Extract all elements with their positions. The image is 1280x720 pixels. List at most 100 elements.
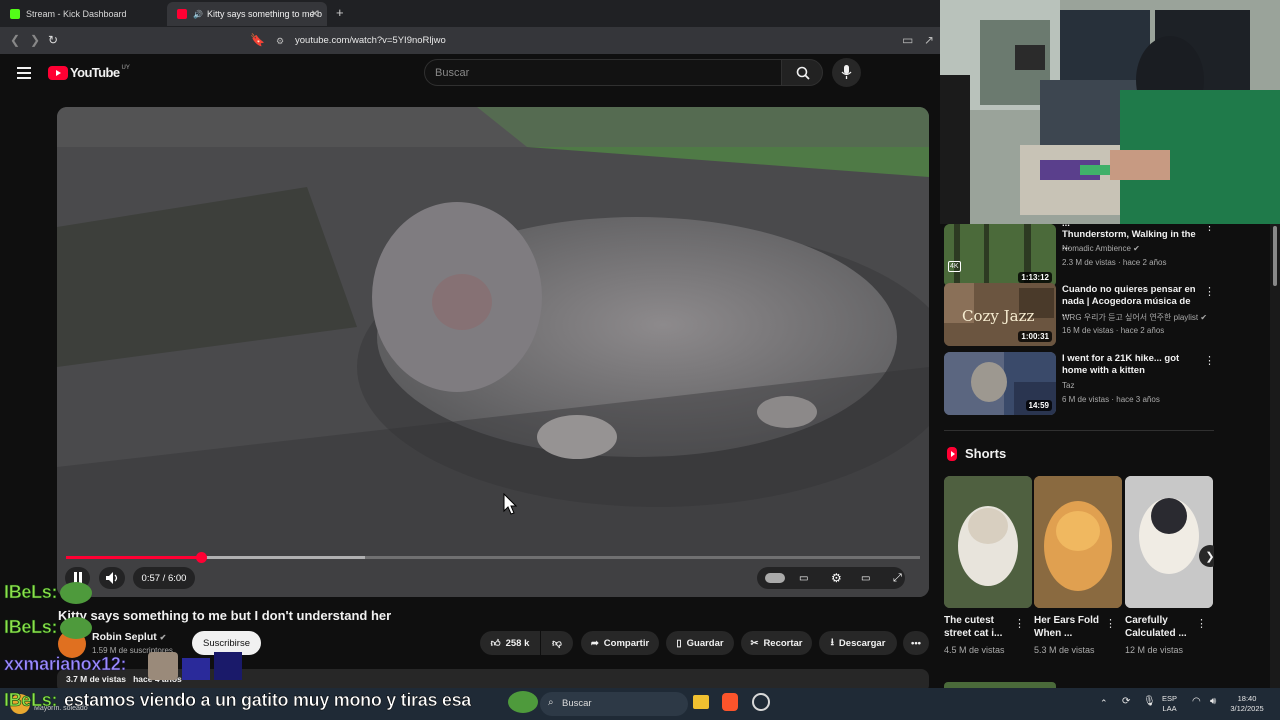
language-code: ESP xyxy=(1162,694,1178,703)
settings-icon[interactable]: ⚙ xyxy=(831,571,842,585)
region-code: UY xyxy=(121,64,130,71)
video-thumbnail[interactable]: 14:59 xyxy=(944,352,1056,415)
white-cat-art xyxy=(944,476,1032,608)
taskbar-search[interactable]: ⌕ Buscar xyxy=(540,692,688,716)
share-button[interactable]: ➦ Compartir xyxy=(581,631,659,655)
tab-label: Stream - Kick Dashboard xyxy=(26,9,127,19)
sync-icon[interactable]: ⟳ xyxy=(1122,697,1130,707)
short-title[interactable]: Carefully Calculated ... xyxy=(1125,614,1203,640)
url-field[interactable]: youtube.com/watch?v=5YI9noRljwo xyxy=(295,35,446,46)
logo-text: YouTube xyxy=(70,65,120,80)
thumbs-down-icon: 👎︎ xyxy=(552,638,562,649)
fullscreen-icon[interactable]: ⤢ xyxy=(893,572,902,585)
scrollbar-thumb[interactable] xyxy=(1273,226,1277,286)
speaker-icon[interactable]: 🔊︎ xyxy=(1210,697,1216,707)
short-thumbnail[interactable] xyxy=(1034,476,1122,608)
scrubber-handle[interactable] xyxy=(195,552,207,563)
share-icon[interactable]: ↗ xyxy=(924,33,934,47)
back-icon[interactable]: ❮ xyxy=(10,33,20,47)
clip-button[interactable]: ✂ Recortar xyxy=(741,631,812,655)
search-button[interactable] xyxy=(781,59,823,86)
theater-mode-icon[interactable]: ▭ xyxy=(861,573,870,584)
right-controls-group: ▭ ⚙ ▭ ⤢ xyxy=(757,567,905,589)
clock-date: 3/12/2025 xyxy=(1230,704,1264,713)
recommendation-item[interactable]: Cozy Jazz 1:00:31 Cuando no quieres pens… xyxy=(944,283,1214,347)
verified-badge-icon: ✔ xyxy=(1133,244,1140,253)
thumbnail-text: Cozy Jazz xyxy=(962,307,1035,325)
youtube-logo[interactable]: YouTube UY xyxy=(48,65,130,80)
clock-time: 18:40 xyxy=(1237,694,1257,703)
cat-emote xyxy=(148,652,178,680)
bookmark-icon[interactable]: 🔖 xyxy=(250,33,265,47)
more-vertical-icon[interactable]: ⋮ xyxy=(1204,224,1214,233)
channel-text: Nomadic Ambience xyxy=(1062,244,1131,253)
cast-icon[interactable]: ▭ xyxy=(902,33,913,47)
close-tab-icon[interactable]: ✕ xyxy=(311,9,319,20)
shorts-header: Shorts xyxy=(946,446,1006,461)
share-label: Compartir xyxy=(603,637,650,649)
video-meta: 16 M de vistas · hace 2 años xyxy=(1062,326,1165,335)
recommendations-sidebar: 4K 1:13:12 ... Thunderstorm, Walking in … xyxy=(944,224,1214,690)
time-display: 0:57 / 6:00 xyxy=(133,567,195,589)
progress-bar[interactable] xyxy=(66,552,920,563)
more-vertical-icon[interactable]: ⋮ xyxy=(1105,617,1116,630)
more-vertical-icon[interactable]: ⋮ xyxy=(1196,617,1207,630)
menu-icon[interactable] xyxy=(17,67,31,79)
wifi-icon[interactable]: ◠ xyxy=(1192,697,1201,707)
shorts-logo-icon xyxy=(947,446,957,461)
tab-kick-dashboard[interactable]: Stream - Kick Dashboard xyxy=(0,2,165,26)
video-player[interactable] xyxy=(57,107,929,597)
chat-username: IBeLs: xyxy=(4,582,58,603)
reload-icon[interactable]: ↻ xyxy=(48,33,58,47)
speaker-icon: 🔊 xyxy=(193,9,203,19)
recommendation-item[interactable]: 14:59 I went for a 21K hike... got home … xyxy=(944,352,1214,416)
chat-username: xxmarianox12: xyxy=(4,654,127,675)
site-settings-icon[interactable]: ⚙ xyxy=(276,36,284,47)
clock[interactable]: 18:40 3/12/2025 xyxy=(1226,694,1268,714)
language-indicator[interactable]: ESP LAA xyxy=(1162,694,1177,714)
voice-search-button[interactable] xyxy=(832,58,861,87)
short-thumbnail[interactable] xyxy=(944,476,1032,608)
captions-icon[interactable]: ▭ xyxy=(799,573,808,584)
short-title[interactable]: Her Ears Fold When ... xyxy=(1034,614,1112,640)
channel-name[interactable]: Robin Seplut ✔ xyxy=(92,631,166,643)
new-tab-button[interactable]: + xyxy=(336,5,344,20)
youtube-header: YouTube UY Buscar xyxy=(0,54,940,94)
dislike-button[interactable]: 👎︎ xyxy=(541,631,573,655)
download-button[interactable]: ⭳ Descargar xyxy=(819,631,897,655)
file-explorer-icon[interactable] xyxy=(693,695,709,709)
more-vertical-icon[interactable]: ⋮ xyxy=(1204,285,1214,298)
youtube-play-logo-icon xyxy=(48,65,68,80)
app-icon[interactable] xyxy=(752,693,770,711)
video-thumbnail[interactable]: 4K 1:13:12 xyxy=(944,224,1056,287)
microphone-icon xyxy=(841,65,852,79)
microphone-icon[interactable]: 🎙︎ xyxy=(1143,697,1156,707)
pepe-emote xyxy=(60,617,92,639)
forward-icon[interactable]: ❯ xyxy=(30,33,40,47)
shorts-next-button[interactable]: ❯ xyxy=(1199,545,1214,567)
like-button[interactable]: 👍︎ 258 k xyxy=(480,631,540,655)
chat-username: IBeLs: xyxy=(4,617,58,638)
video-thumbnail[interactable]: Cozy Jazz 1:00:31 xyxy=(944,283,1056,346)
volume-button[interactable] xyxy=(99,567,125,589)
save-label: Guardar xyxy=(686,637,724,649)
search-input[interactable]: Buscar xyxy=(424,59,782,86)
recommendation-item[interactable]: 4K 1:13:12 ... Thunderstorm, Walking in … xyxy=(944,224,1214,288)
time-text: 0:57 / 6:00 xyxy=(141,572,187,584)
short-title[interactable]: The cutest street cat i... xyxy=(944,614,1022,640)
save-button[interactable]: ▯ Guardar xyxy=(666,631,734,655)
download-label: Descargar xyxy=(838,637,886,649)
chat-username: IBeLs: xyxy=(4,690,58,711)
more-actions-button[interactable]: ••• xyxy=(903,631,929,655)
tray-chevron-icon[interactable]: ⌃ xyxy=(1100,698,1108,708)
short-views: 4.5 M de vistas xyxy=(944,645,1005,655)
tab-youtube-video[interactable]: 🔊 Kitty says something to me b ✕ xyxy=(167,2,327,26)
more-vertical-icon[interactable]: ⋮ xyxy=(1204,354,1214,367)
sidebar-scrollbar[interactable] xyxy=(1270,224,1280,690)
more-vertical-icon[interactable]: ⋮ xyxy=(1014,617,1025,630)
short-views: 12 M de vistas xyxy=(1125,645,1184,655)
short-thumbnail[interactable] xyxy=(1125,476,1213,608)
browser-tab-bar: Stream - Kick Dashboard 🔊 Kitty says som… xyxy=(0,0,940,27)
brave-browser-icon[interactable] xyxy=(722,693,738,711)
autoplay-toggle[interactable] xyxy=(765,573,785,583)
